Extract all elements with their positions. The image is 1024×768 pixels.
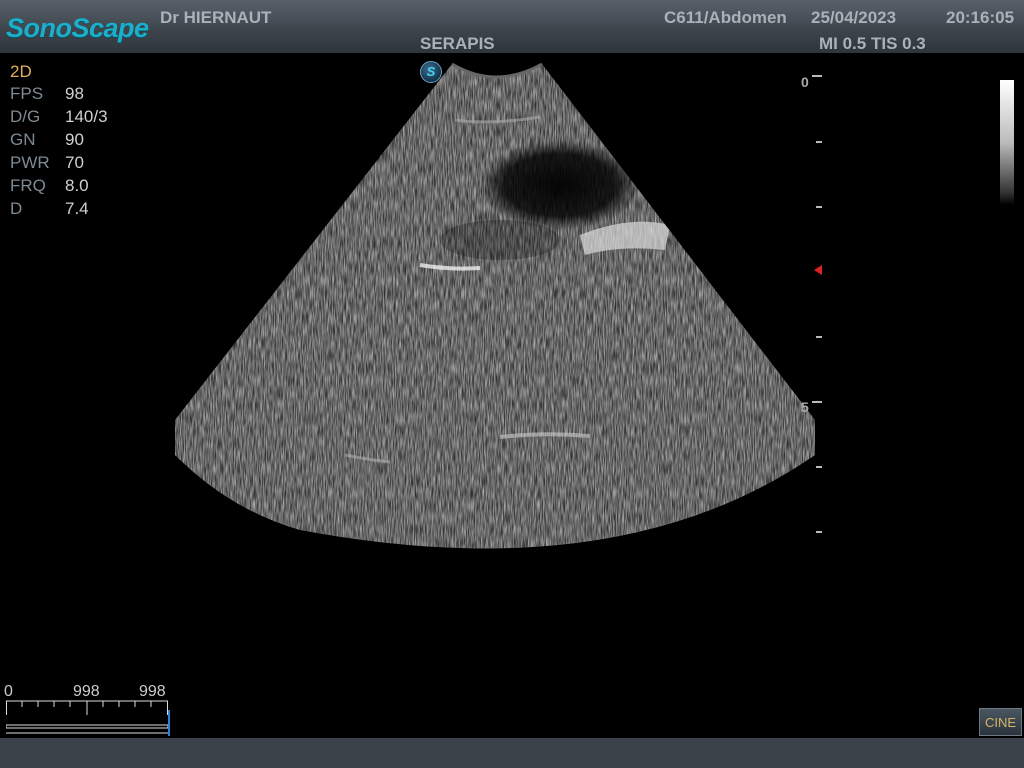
cine-total-frames: 998 [139,683,166,700]
ultrasound-sector-image [175,62,815,549]
cine-current-frame: 998 [73,683,100,700]
depth-tick [812,401,822,403]
cine-cursor[interactable] [168,710,170,736]
grayscale-bar [1000,80,1014,205]
cine-button[interactable]: CINE [979,708,1022,736]
depth-tick [816,206,822,208]
depth-label-5: 5 [801,399,809,415]
depth-label-0: 0 [801,74,809,90]
cine-start-frame: 0 [4,683,13,700]
depth-tick [816,531,822,533]
depth-tick [812,75,822,77]
depth-tick [816,141,822,143]
probe-orientation-marker: S [420,61,442,83]
focus-marker-icon[interactable] [814,265,822,275]
depth-tick [816,466,822,468]
depth-tick [816,336,822,338]
cine-timeline[interactable] [6,700,168,734]
bottom-status-bar [0,738,1024,768]
